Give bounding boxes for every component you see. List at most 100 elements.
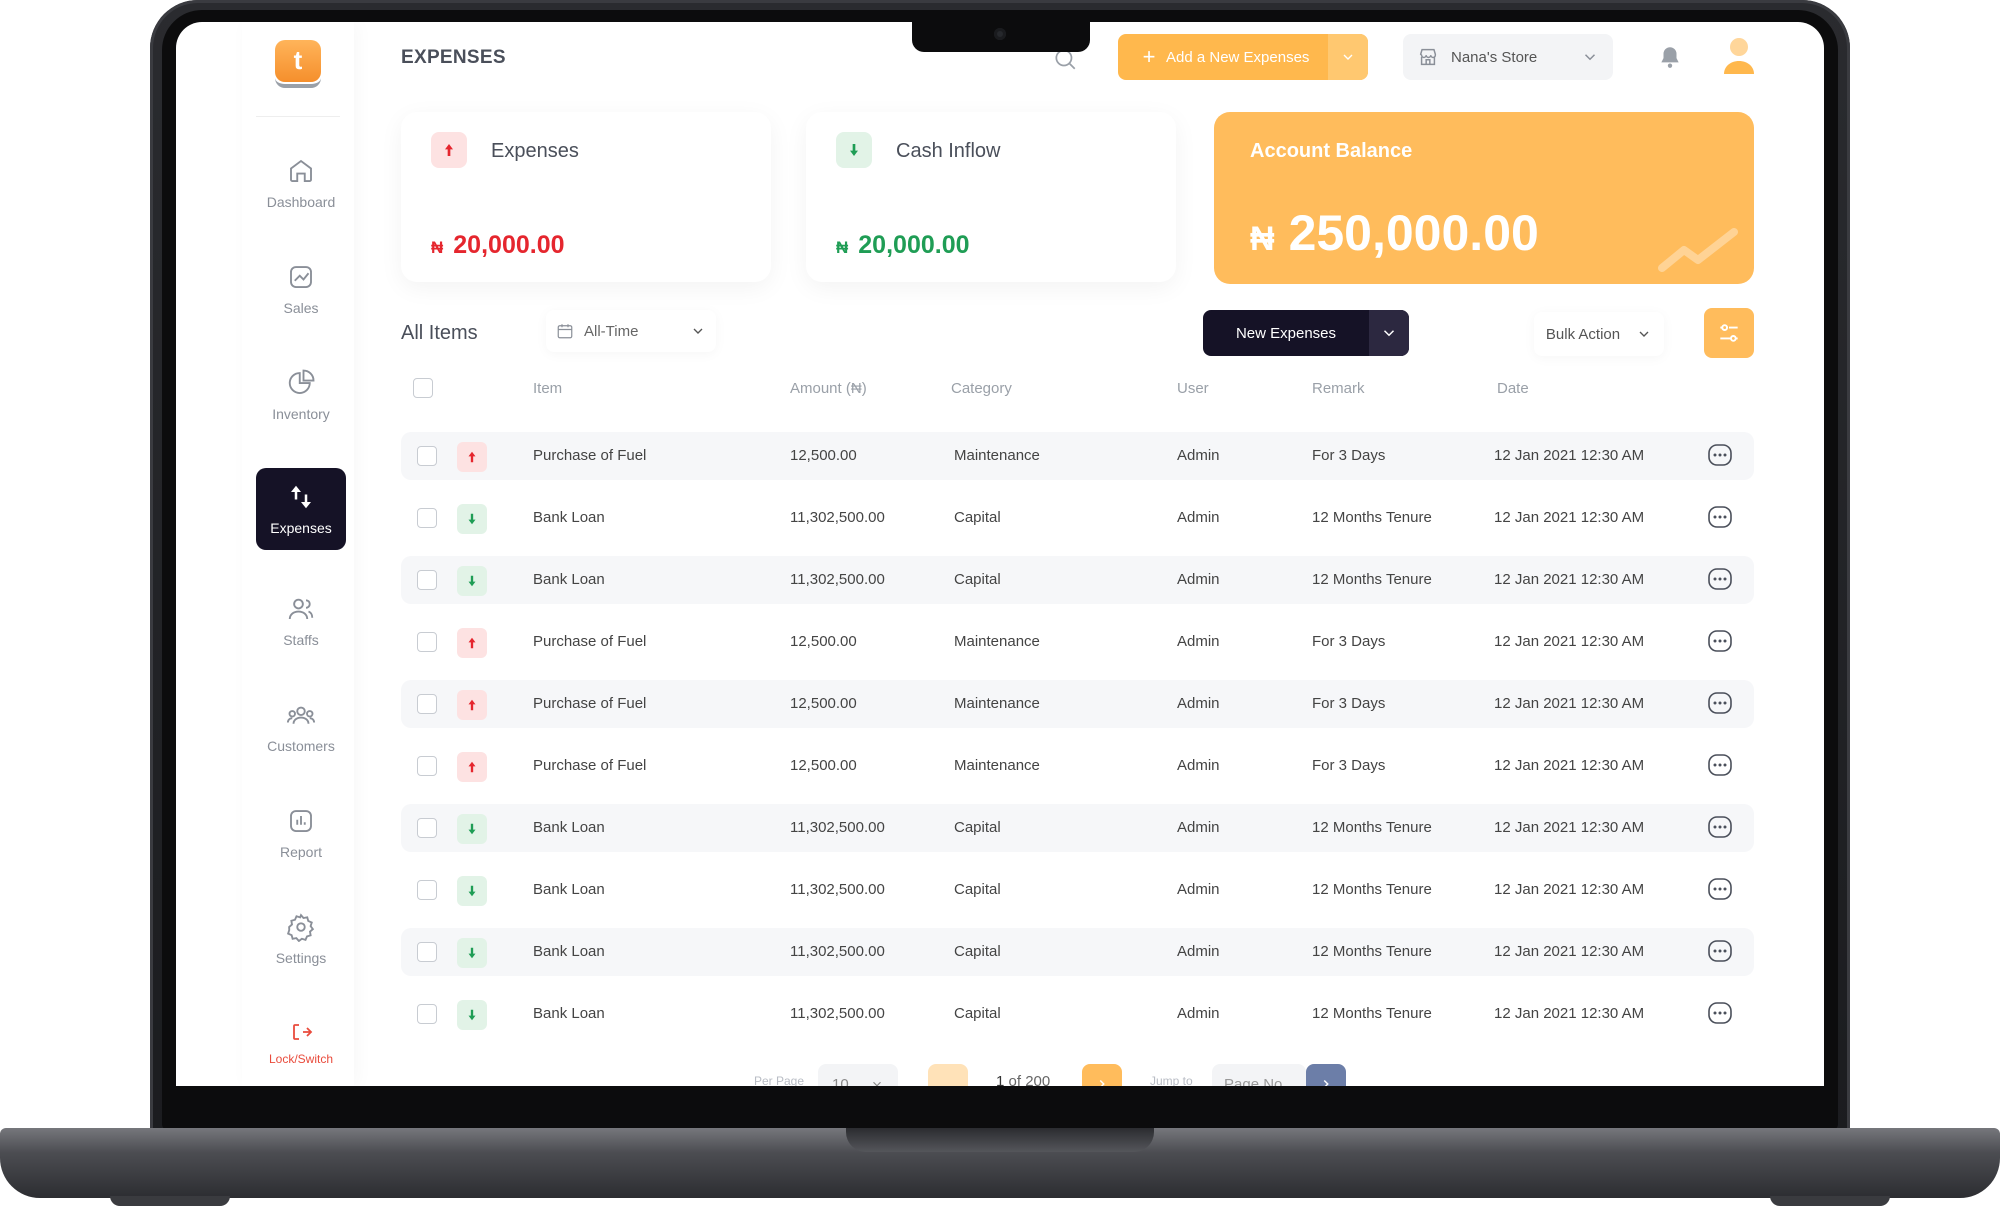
table-row[interactable]: Bank Loan 11,302,500.00 Capital Admin 12 Mon… xyxy=(401,556,1754,604)
row-date: 12 Jan 2021 12:30 AM xyxy=(1494,571,1645,588)
inflow-arrow-icon xyxy=(457,504,487,534)
sidebar: t Dashboard Sales Inventory Expenses Sta… xyxy=(242,22,354,1086)
next-page-button[interactable] xyxy=(1082,1064,1122,1086)
row-checkbox[interactable] xyxy=(417,446,437,466)
filter-settings-button[interactable] xyxy=(1704,308,1754,358)
table-row[interactable]: Bank Loan 11,302,500.00 Capital Admin 12 Mon… xyxy=(401,928,1754,976)
date-filter-dropdown[interactable]: All-Time xyxy=(546,310,716,352)
new-expenses-dropdown-toggle[interactable] xyxy=(1369,310,1409,356)
row-category: Capital xyxy=(954,1005,1001,1022)
more-options-icon[interactable] xyxy=(1707,1000,1733,1026)
column-header-amount[interactable]: Amount (₦) xyxy=(790,380,867,397)
per-page-select[interactable]: 10 xyxy=(818,1064,898,1086)
more-options-icon[interactable] xyxy=(1707,442,1733,468)
row-date: 12 Jan 2021 12:30 AM xyxy=(1494,757,1645,774)
currency-symbol: ₦ xyxy=(1250,220,1275,258)
more-options-icon[interactable] xyxy=(1707,504,1733,530)
page-title: EXPENSES xyxy=(401,47,506,68)
table-row[interactable]: Purchase of Fuel 12,500.00 Maintenance Admi… xyxy=(401,680,1754,728)
table-row[interactable]: Bank Loan 11,302,500.00 Capital Admin 12 Mon… xyxy=(401,990,1754,1038)
calendar-icon xyxy=(557,324,573,339)
more-options-icon[interactable] xyxy=(1707,690,1733,716)
more-options-icon[interactable] xyxy=(1707,752,1733,778)
row-remark: 12 Months Tenure xyxy=(1312,1005,1432,1022)
laptop-base-notch xyxy=(846,1128,1154,1152)
row-item: Bank Loan xyxy=(533,1005,605,1022)
table-row[interactable]: Bank Loan 11,302,500.00 Capital Admin 12 Mon… xyxy=(401,804,1754,852)
row-item: Bank Loan xyxy=(533,509,605,526)
table-row[interactable]: Bank Loan 11,302,500.00 Capital Admin 12 Mon… xyxy=(401,494,1754,542)
jump-to-label: Jump to xyxy=(1150,1074,1193,1086)
add-new-expense-button[interactable]: + Add a New Expenses xyxy=(1118,34,1368,80)
previous-page-button[interactable] xyxy=(928,1064,968,1086)
row-checkbox[interactable] xyxy=(417,508,437,528)
row-checkbox[interactable] xyxy=(417,880,437,900)
row-remark: For 3 Days xyxy=(1312,695,1386,712)
select-all-checkbox[interactable] xyxy=(413,378,433,398)
sidebar-item-dashboard[interactable]: Dashboard xyxy=(256,142,346,224)
row-remark: 12 Months Tenure xyxy=(1312,509,1432,526)
bulk-action-dropdown[interactable]: Bulk Action xyxy=(1534,312,1664,356)
row-checkbox[interactable] xyxy=(417,694,437,714)
more-options-icon[interactable] xyxy=(1707,628,1733,654)
row-checkbox[interactable] xyxy=(417,756,437,776)
jump-to-page-input[interactable]: Page No. xyxy=(1212,1064,1306,1086)
app-logo[interactable]: t xyxy=(275,40,321,82)
row-category: Maintenance xyxy=(954,447,1040,464)
sidebar-item-expenses[interactable]: Expenses xyxy=(256,468,346,550)
avatar[interactable] xyxy=(1722,36,1756,76)
currency-symbol: ₦ xyxy=(836,238,849,257)
chevron-down-icon xyxy=(1343,54,1353,60)
row-checkbox[interactable] xyxy=(417,570,437,590)
row-user: Admin xyxy=(1177,447,1220,464)
more-options-icon[interactable] xyxy=(1707,814,1733,840)
column-header-user[interactable]: User xyxy=(1177,380,1209,397)
more-options-icon[interactable] xyxy=(1707,566,1733,592)
add-expense-dropdown-toggle[interactable] xyxy=(1328,34,1368,80)
jump-go-button[interactable] xyxy=(1306,1064,1346,1086)
account-balance-value: 250,000.00 xyxy=(1288,205,1539,261)
sidebar-item-inventory[interactable]: Inventory xyxy=(256,354,346,436)
row-amount: 12,500.00 xyxy=(790,757,857,774)
column-header-item[interactable]: Item xyxy=(533,380,562,397)
store-name: Nana's Store xyxy=(1451,48,1538,66)
page-indicator: 1 of 200 xyxy=(996,1073,1050,1086)
row-item: Purchase of Fuel xyxy=(533,447,647,464)
sidebar-item-report[interactable]: Report xyxy=(256,792,346,874)
sidebar-item-staffs[interactable]: Staffs xyxy=(256,580,346,662)
sidebar-item-label: Report xyxy=(279,844,323,860)
inflow-arrow-icon xyxy=(457,566,487,596)
column-header-category[interactable]: Category xyxy=(951,380,1012,397)
row-checkbox[interactable] xyxy=(417,1004,437,1024)
row-date: 12 Jan 2021 12:30 AM xyxy=(1494,509,1645,526)
bell-icon[interactable] xyxy=(1657,44,1683,70)
table-row[interactable]: Purchase of Fuel 12,500.00 Maintenance Admi… xyxy=(401,618,1754,666)
column-header-date[interactable]: Date xyxy=(1497,380,1529,397)
row-date: 12 Jan 2021 12:30 AM xyxy=(1494,447,1645,464)
row-checkbox[interactable] xyxy=(417,632,437,652)
sidebar-item-sales[interactable]: Sales xyxy=(256,248,346,330)
row-user: Admin xyxy=(1177,757,1220,774)
row-remark: 12 Months Tenure xyxy=(1312,571,1432,588)
chevron-right-icon xyxy=(1099,1079,1105,1086)
inflow-arrow-icon xyxy=(457,876,487,906)
row-category: Capital xyxy=(954,571,1001,588)
table-row[interactable]: Purchase of Fuel 12,500.00 Maintenance Admi… xyxy=(401,742,1754,790)
inflow-arrow-icon xyxy=(457,938,487,968)
table-row[interactable]: Bank Loan 11,302,500.00 Capital Admin 12 Mon… xyxy=(401,866,1754,914)
new-expenses-button[interactable]: New Expenses xyxy=(1203,310,1409,356)
row-checkbox[interactable] xyxy=(417,942,437,962)
row-category: Capital xyxy=(954,943,1001,960)
more-options-icon[interactable] xyxy=(1707,938,1733,964)
table-row[interactable]: Purchase of Fuel 12,500.00 Maintenance Admi… xyxy=(401,432,1754,480)
row-user: Admin xyxy=(1177,943,1220,960)
row-checkbox[interactable] xyxy=(417,818,437,838)
row-item: Purchase of Fuel xyxy=(533,695,647,712)
more-options-icon[interactable] xyxy=(1707,876,1733,902)
jump-to-page-placeholder: Page No. xyxy=(1224,1076,1287,1086)
sidebar-item-customers[interactable]: Customers xyxy=(256,686,346,768)
sidebar-item-settings[interactable]: Settings xyxy=(256,898,346,980)
column-header-remark[interactable]: Remark xyxy=(1312,380,1365,397)
store-selector[interactable]: Nana's Store xyxy=(1403,34,1613,80)
sidebar-item-label: Staffs xyxy=(283,632,319,648)
